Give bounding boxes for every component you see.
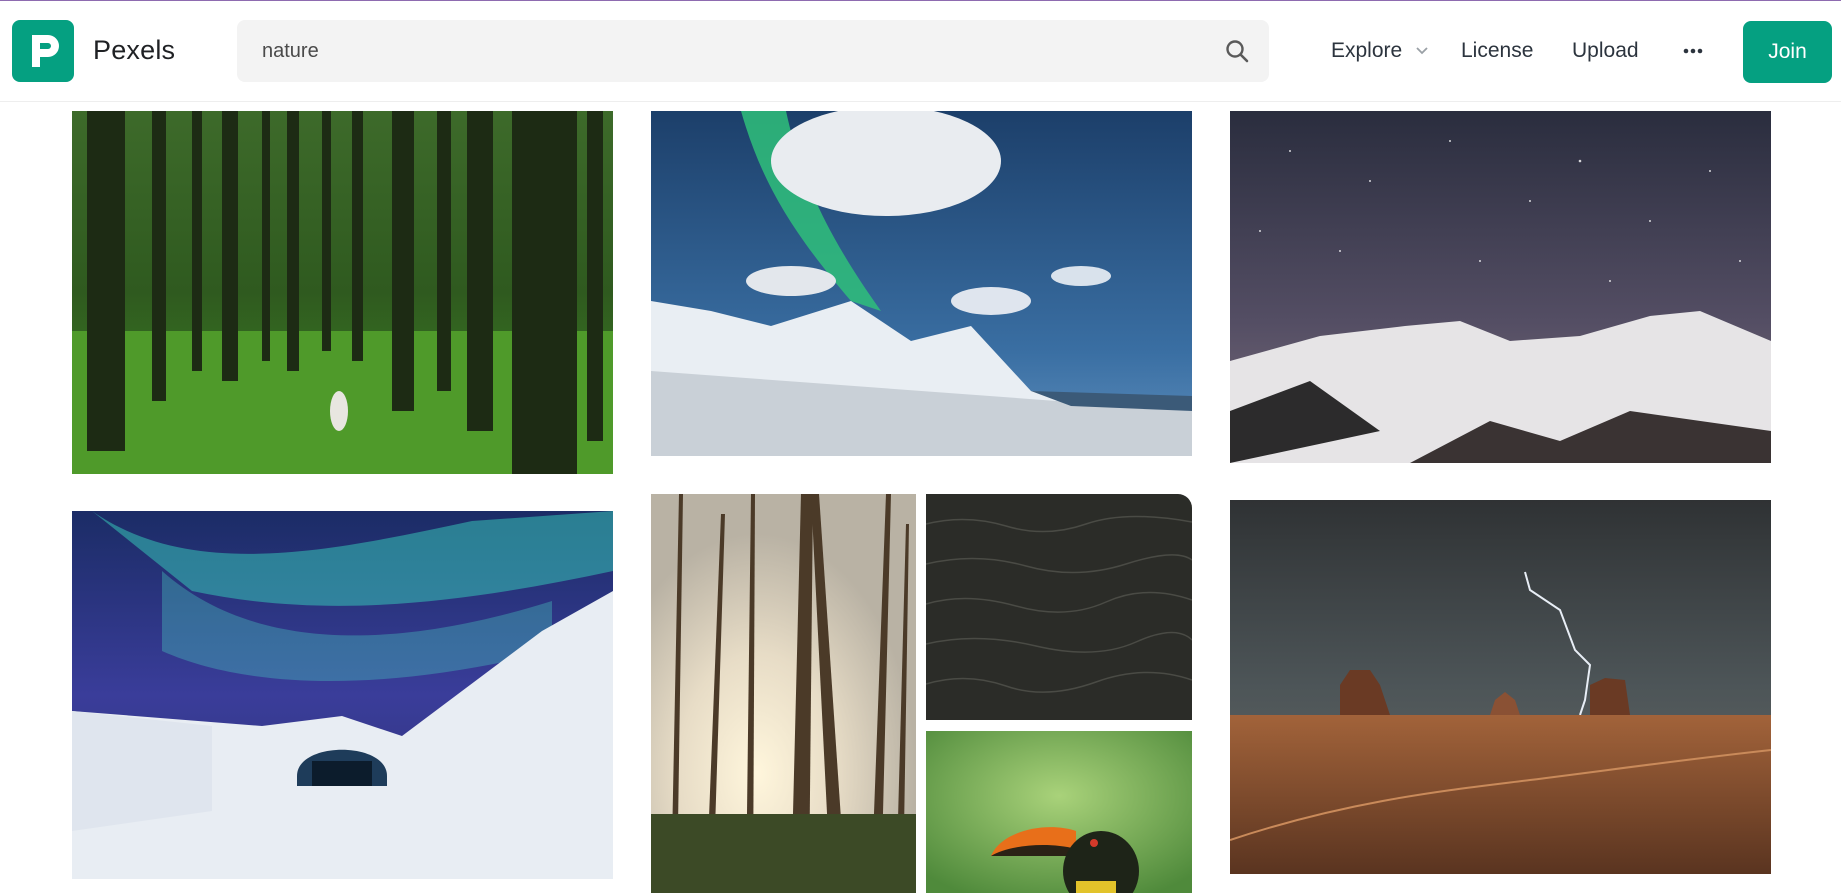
photo-aurora-ice-hotel[interactable] [72,511,613,879]
photo-sunlit-forest[interactable] [651,494,916,893]
aurora-coast-image [651,111,1192,456]
desert-lightning-image [1230,500,1771,874]
more-dots-icon[interactable] [1682,41,1704,61]
photo-desert-lightning[interactable] [1230,500,1771,874]
toucan-image [926,731,1192,893]
aurora-ice-hotel-image [72,511,613,879]
photo-starry-mountains[interactable] [1230,111,1771,463]
nav-upload[interactable]: Upload [1572,39,1639,63]
search-icon[interactable] [1224,38,1250,64]
search-bar[interactable] [237,20,1269,82]
photo-pine-forest[interactable] [72,111,613,474]
search-input[interactable] [237,20,1197,82]
photo-aurora-coast[interactable] [651,111,1192,456]
brand-name[interactable]: Pexels [93,35,175,66]
photo-sea-water[interactable] [926,494,1192,720]
forest-image [72,111,613,474]
nav-explore[interactable]: Explore [1331,39,1402,63]
nav-license[interactable]: License [1461,39,1533,63]
chevron-down-icon[interactable] [1415,44,1429,58]
top-navbar: Pexels Explore License Upload Join [0,1,1841,102]
photo-toucan[interactable] [926,731,1192,893]
starry-mountains-image [1230,111,1771,463]
join-button[interactable]: Join [1743,21,1832,83]
pexels-logo-icon[interactable] [12,20,74,82]
sea-water-image [926,494,1192,720]
sunlit-forest-image [651,494,916,893]
